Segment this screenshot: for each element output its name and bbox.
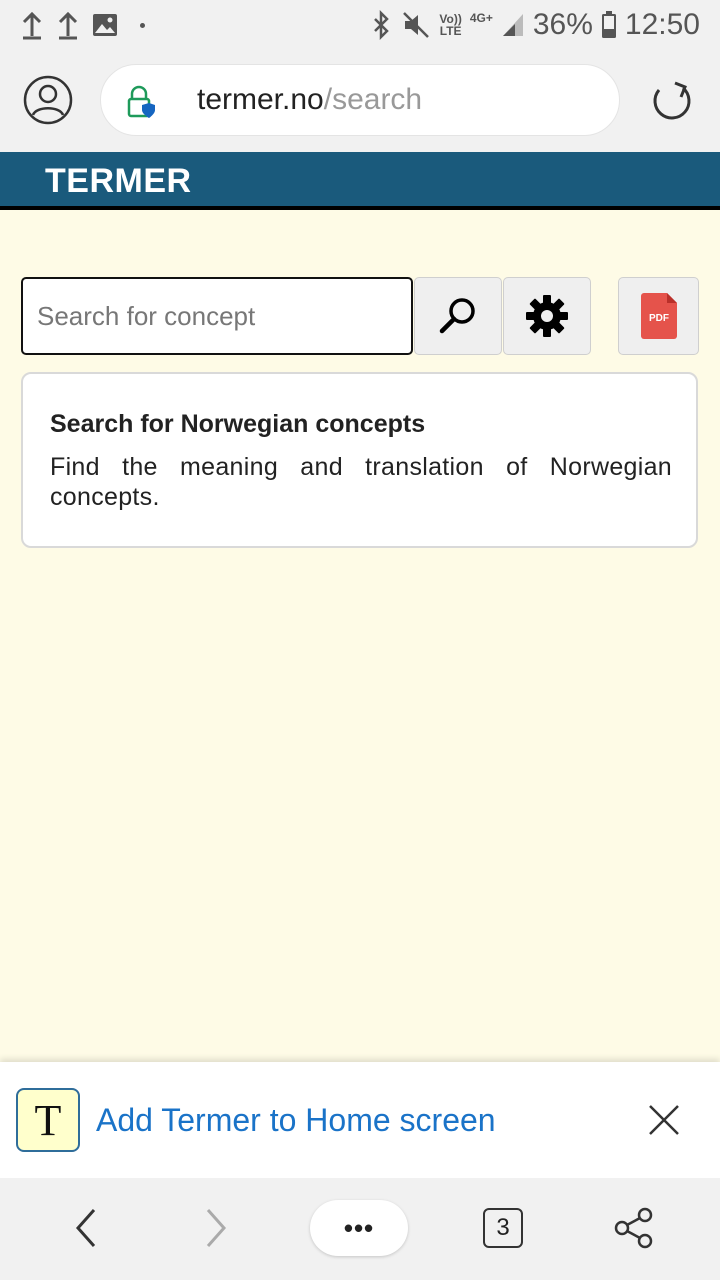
network-type-label: 4G+ [469,11,493,25]
upload-icon [22,11,42,40]
signal-strength-icon [502,14,523,36]
volte-indicator: Vo)) LTE [439,13,461,37]
close-banner-button[interactable] [646,1102,682,1138]
site-header: TERMER [0,152,720,210]
share-icon [614,1207,653,1249]
url-domain: termer.no [197,83,324,116]
clock: 12:50 [624,8,700,41]
image-icon [93,14,117,36]
info-title: Search for Norwegian concepts [50,410,426,438]
app-icon[interactable]: T [16,1088,80,1152]
profile-icon [23,75,73,125]
back-button[interactable] [70,1204,102,1252]
share-button[interactable] [612,1206,656,1250]
notification-dot-icon [140,22,145,28]
pdf-icon: PDF [640,293,677,339]
lte-label: LTE [439,24,462,38]
close-icon [649,1105,679,1135]
battery-icon [601,11,616,38]
chevron-right-icon [206,1209,227,1247]
profile-button[interactable] [22,74,74,126]
forward-button[interactable] [200,1204,232,1252]
status-left-icons [20,10,145,40]
reload-button[interactable] [648,78,694,124]
info-body: Find the meaning and translation of Norw… [50,453,672,511]
search-input[interactable] [21,277,413,355]
url-text[interactable]: termer.no/search [197,83,422,117]
pdf-button[interactable]: PDF [618,277,699,355]
browser-address-bar: termer.no/search [0,50,720,152]
info-card: Search for Norwegian concepts Find the m… [21,372,698,548]
add-to-home-banner: T Add Termer to Home screen [0,1062,720,1178]
add-to-home-link[interactable]: Add Termer to Home screen [96,1102,496,1139]
lock-icon[interactable] [125,85,155,119]
browser-bottom-nav: ••• 3 [0,1178,720,1280]
settings-button[interactable] [503,277,591,355]
pdf-label: PDF [649,313,669,324]
url-bar[interactable]: termer.no/search [100,64,620,136]
site-title[interactable]: TERMER [45,162,192,201]
chevron-left-icon [75,1209,96,1247]
bluetooth-icon [374,10,390,40]
url-path: /search [323,83,423,116]
status-right-icons: Vo)) LTE 4G+ 36% 12:50 [369,8,700,42]
more-menu-button[interactable]: ••• [310,1200,408,1256]
search-button[interactable] [414,277,502,355]
tabs-button[interactable]: 3 [483,1208,523,1248]
gear-icon [526,295,568,337]
search-icon [439,298,475,334]
mute-icon [403,12,430,38]
battery-percentage: 36% [532,8,593,41]
status-bar: Vo)) LTE 4G+ 36% 12:50 [0,0,720,50]
upload-icon [58,11,78,40]
reload-icon [653,81,691,120]
